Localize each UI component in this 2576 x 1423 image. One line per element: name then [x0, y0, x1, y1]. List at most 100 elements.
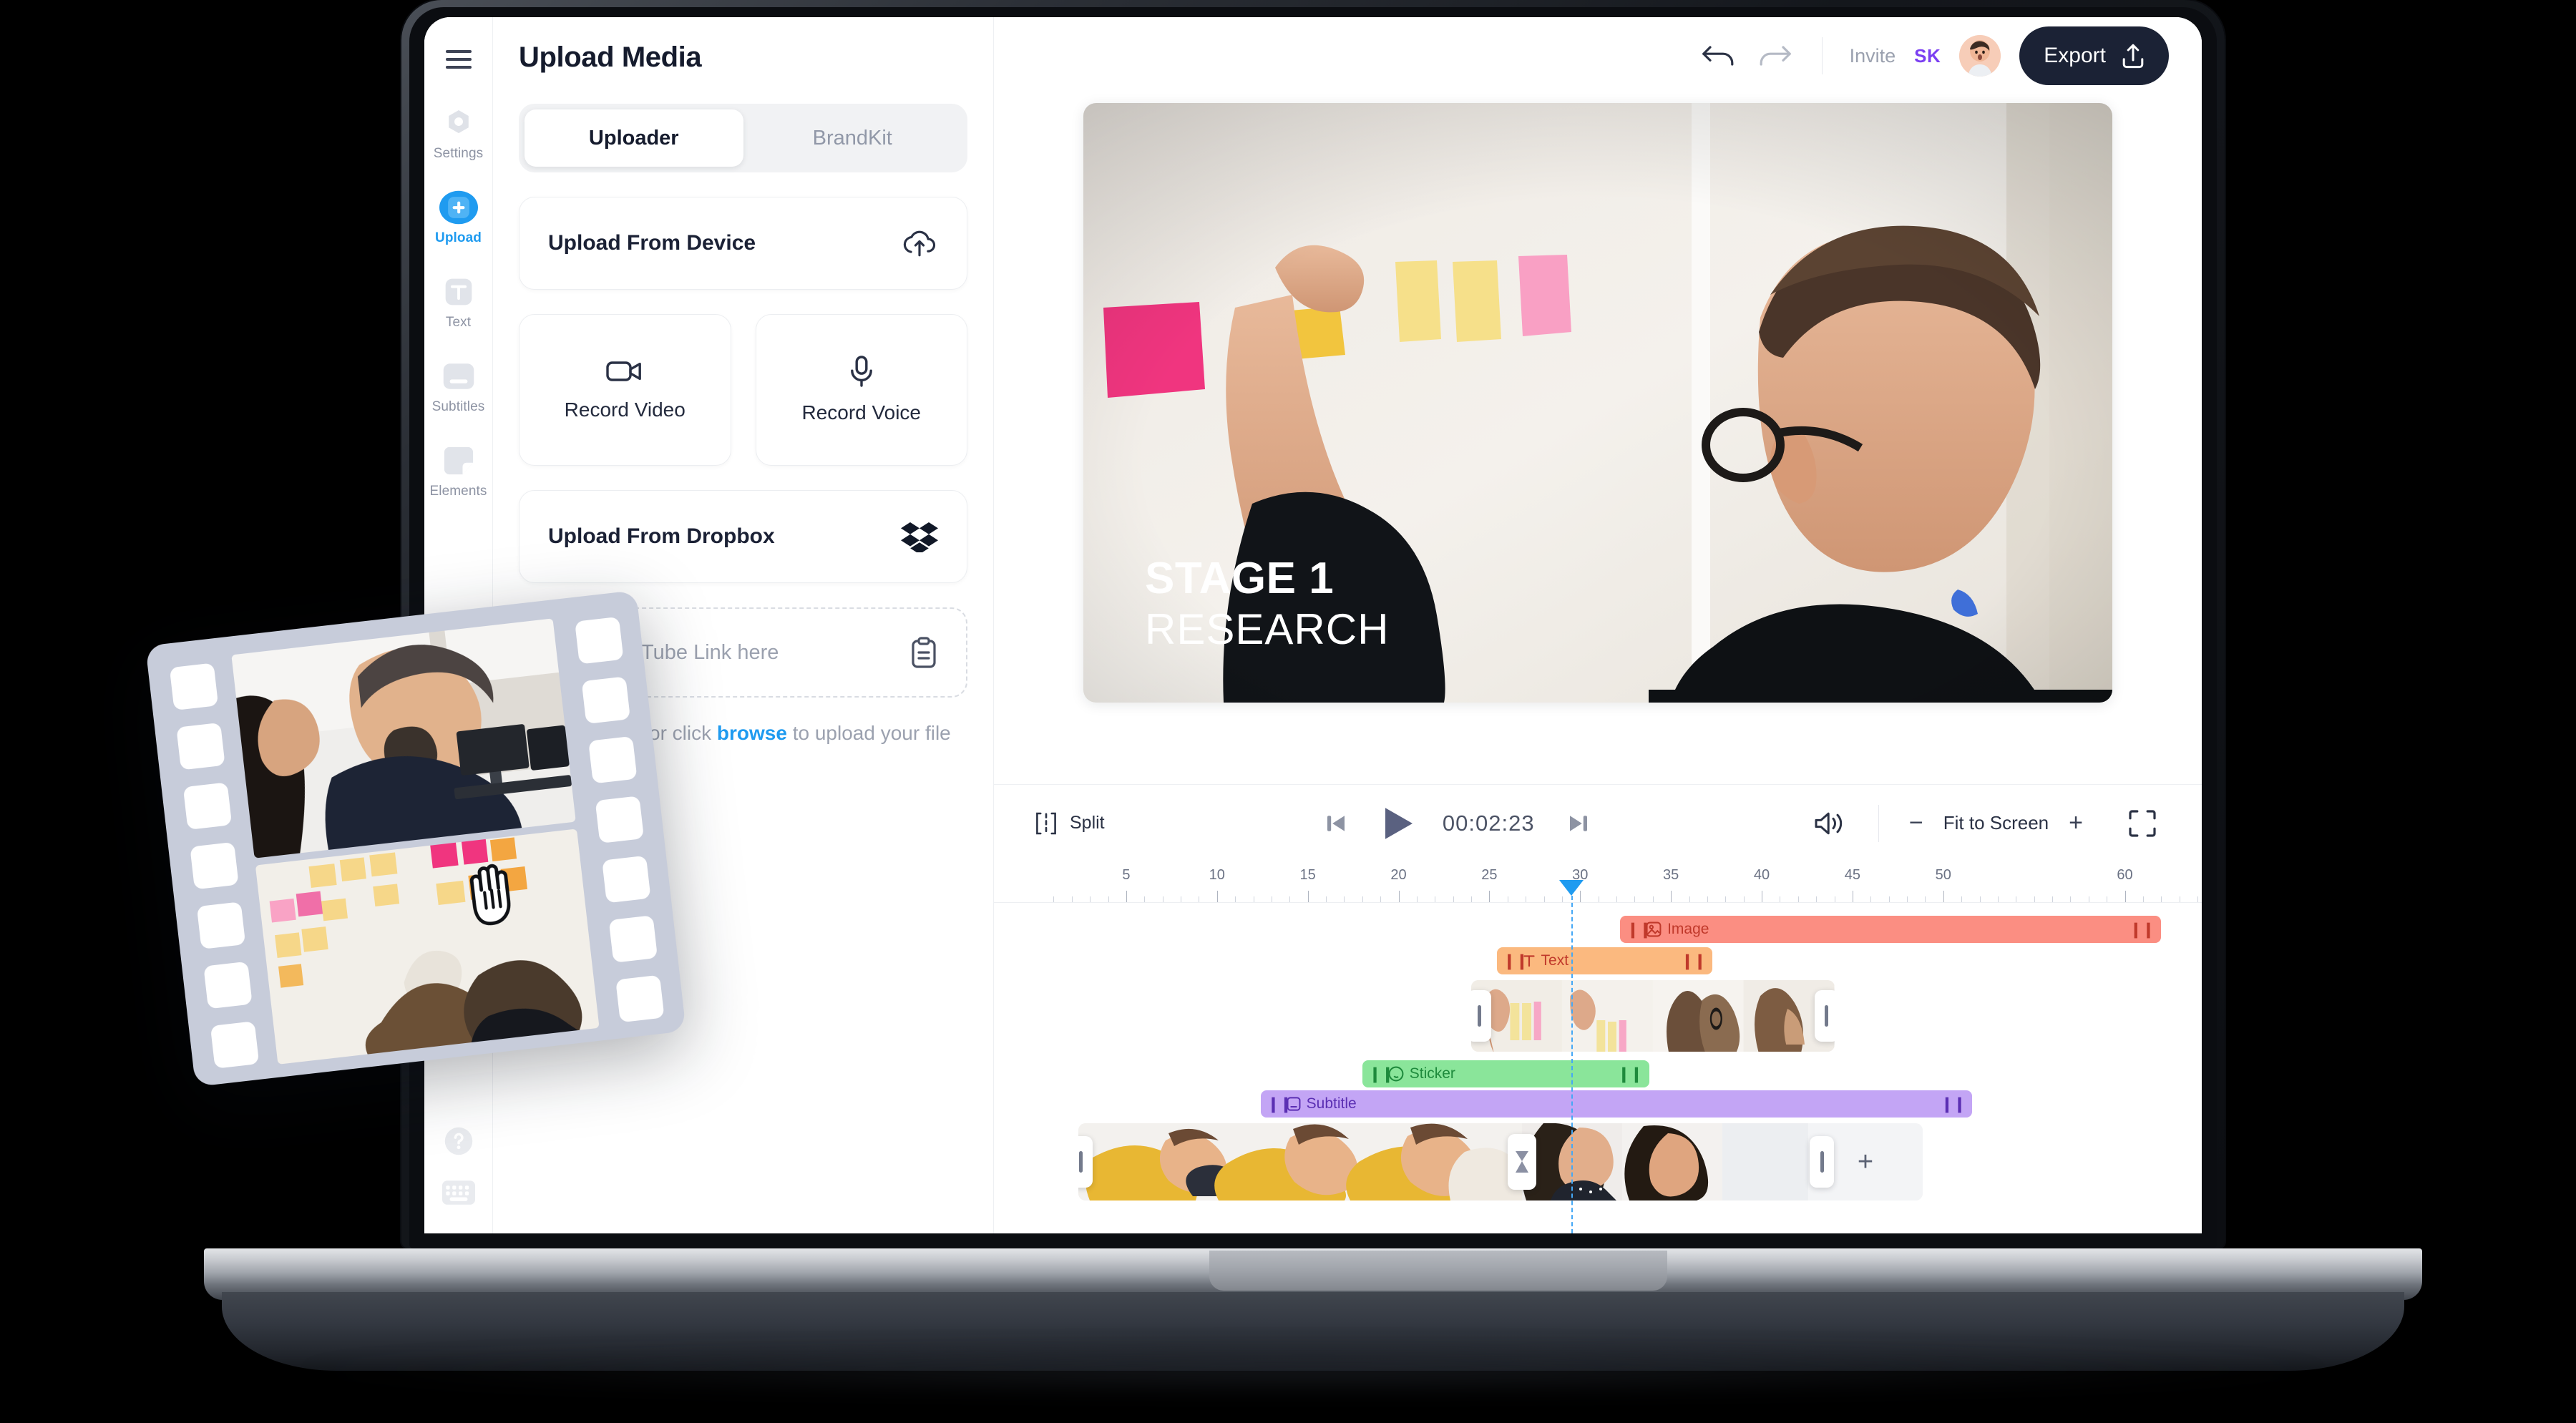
- ruler-tick-major: [1307, 891, 1309, 902]
- timeline-track-sticker: ❙❙ Sticker ❙❙: [1362, 1060, 1649, 1087]
- sidebar-item-label: Settings: [433, 146, 484, 161]
- sidebar-item-settings[interactable]: Settings: [424, 106, 492, 162]
- ruler-tick-minor: [1453, 896, 1454, 902]
- handle-bar: [1820, 1151, 1824, 1173]
- clip-grip-left[interactable]: ❙❙: [1267, 1095, 1292, 1113]
- clip-grip-left[interactable]: ❙❙: [1369, 1065, 1394, 1083]
- handle-bar: [1477, 1005, 1481, 1027]
- hamburger-menu-icon[interactable]: [445, 50, 472, 69]
- zoom-in-button[interactable]: +: [2069, 809, 2083, 837]
- ruler-tick-minor: [1725, 896, 1727, 902]
- tab-brandkit[interactable]: BrandKit: [743, 109, 962, 167]
- play-button[interactable]: [1380, 804, 1418, 843]
- sidebar-item-text[interactable]: Text: [424, 275, 492, 331]
- clipboard-icon[interactable]: [910, 637, 937, 668]
- video-editor-app: Settings Upload Text Subtitles Elements …: [424, 17, 2202, 1233]
- browse-link[interactable]: browse: [717, 722, 787, 744]
- preview-title-line2: RESEARCH: [1145, 605, 1390, 653]
- video-preview[interactable]: STAGE 1 RESEARCH: [1083, 103, 2112, 703]
- export-button[interactable]: Export: [2019, 26, 2169, 85]
- clip-grip-right[interactable]: ❙❙: [1681, 952, 1706, 970]
- main-track-handle-right[interactable]: [1810, 1136, 1834, 1188]
- ruler-tick-label: 50: [1935, 867, 1951, 883]
- skip-start-icon[interactable]: [1317, 804, 1355, 843]
- undo-icon[interactable]: [1699, 36, 1737, 75]
- ruler-tick-minor: [1689, 896, 1690, 902]
- zoom-level-label[interactable]: Fit to Screen: [1943, 812, 2049, 834]
- timeline-clip-image[interactable]: ❙❙ Image ❙❙: [1620, 916, 2162, 943]
- redo-icon[interactable]: [1756, 36, 1795, 75]
- volume-icon[interactable]: [1810, 804, 1848, 843]
- keyboard-icon[interactable]: [441, 1180, 475, 1205]
- sidebar-item-label: Upload: [435, 230, 482, 245]
- grab-hand-cursor: [458, 857, 524, 929]
- player-divider: [1878, 804, 1879, 842]
- clip-grip-left[interactable]: ❙❙: [1503, 952, 1528, 970]
- dragged-filmstrip[interactable]: [145, 590, 686, 1087]
- clip-handle-left[interactable]: [1471, 990, 1491, 1042]
- ruler-tick-minor: [1071, 896, 1073, 902]
- ruler-tick-minor: [1471, 896, 1472, 902]
- clip-handle-right[interactable]: [1814, 990, 1835, 1042]
- timeline-track-image: ❙❙ Image ❙❙: [1620, 916, 2162, 943]
- record-voice-button[interactable]: Record Voice: [755, 314, 967, 466]
- timeline-clip-subtitle[interactable]: ❙❙ Subtitle ❙❙: [1260, 1090, 1973, 1118]
- ruler-tick-label: 35: [1663, 867, 1679, 883]
- upload-from-device-card[interactable]: Upload From Device: [519, 197, 967, 290]
- timeline-ruler[interactable]: 5 10 15 20 25 30 35 40 45 50 60: [994, 861, 2202, 903]
- record-video-button[interactable]: Record Video: [519, 314, 731, 466]
- clip-grip-left[interactable]: ❙❙: [1626, 921, 1652, 939]
- microphone-icon: [849, 356, 874, 387]
- avatar[interactable]: [1959, 35, 2001, 77]
- ruler-tick-minor: [1961, 896, 1963, 902]
- ruler-tick-minor: [2034, 896, 2035, 902]
- main-track-handle-left[interactable]: [1078, 1136, 1093, 1188]
- invite-button[interactable]: Invite: [1850, 45, 1896, 67]
- ruler-tick-minor: [2161, 896, 2162, 902]
- ruler-tick-minor: [1235, 896, 1236, 902]
- upload-from-dropbox-card[interactable]: Upload From Dropbox: [519, 490, 967, 583]
- panel-tabs: Uploader BrandKit: [519, 104, 967, 172]
- timeline-clip-sticker[interactable]: ❙❙ Sticker ❙❙: [1362, 1060, 1649, 1087]
- preview-area: STAGE 1 RESEARCH: [994, 94, 2202, 784]
- skip-end-icon[interactable]: [1559, 804, 1598, 843]
- ruler-tick-label: 45: [1844, 867, 1860, 883]
- clip-grip-right[interactable]: ❙❙: [1941, 1095, 1966, 1113]
- upload-from-device-row[interactable]: Upload From Device: [519, 197, 967, 289]
- sidebar-item-elements[interactable]: Elements: [424, 444, 492, 499]
- help-icon[interactable]: [444, 1126, 474, 1156]
- subtitles-icon: [439, 359, 478, 393]
- sidebar-item-subtitles[interactable]: Subtitles: [424, 359, 492, 415]
- ruler-tick-minor: [2070, 896, 2072, 902]
- timeline-clip-text[interactable]: ❙❙ Text ❙❙: [1496, 947, 1713, 974]
- playhead-handle[interactable]: [1558, 880, 1584, 896]
- top-toolbar: Invite SK Export: [994, 17, 2202, 94]
- page-title: Upload Media: [519, 41, 702, 73]
- ruler-tick-minor: [1888, 896, 1890, 902]
- clip-grip-right[interactable]: ❙❙: [2129, 921, 2155, 939]
- clip-grip-right[interactable]: ❙❙: [1617, 1065, 1642, 1083]
- sidebar-item-label: Text: [445, 315, 472, 330]
- export-label: Export: [2044, 44, 2106, 67]
- timeline[interactable]: 510152025303540455060 ❙❙ Image: [994, 861, 2202, 1233]
- timeline-clip-media[interactable]: [1471, 980, 1835, 1052]
- user-initials-badge[interactable]: SK: [1914, 45, 1941, 67]
- split-label: Split: [1070, 813, 1105, 833]
- tab-uploader[interactable]: Uploader: [525, 109, 743, 167]
- split-button[interactable]: Split: [1034, 812, 1105, 835]
- timecode: 00:02:23: [1442, 810, 1535, 836]
- timeline-track-text: ❙❙ Text ❙❙: [1496, 947, 1713, 974]
- ruler-tick-minor: [1634, 896, 1636, 902]
- transition-marker[interactable]: [1508, 1134, 1536, 1190]
- sidebar-item-upload[interactable]: Upload: [424, 190, 492, 246]
- sidebar-item-label: Subtitles: [431, 399, 485, 414]
- preview-title-line1: STAGE 1: [1145, 554, 1335, 603]
- ruler-tick-minor: [1053, 896, 1055, 902]
- add-clip-button[interactable]: +: [1850, 1146, 1881, 1178]
- zoom-out-button[interactable]: −: [1909, 809, 1923, 837]
- fullscreen-icon[interactable]: [2123, 804, 2162, 843]
- hourglass-icon: [1516, 1151, 1528, 1173]
- clip-thumbnail-strip: [1471, 980, 1835, 1052]
- upload-from-dropbox-row[interactable]: Upload From Dropbox: [519, 491, 967, 582]
- timeline-main-video-track[interactable]: +: [1078, 1123, 1923, 1200]
